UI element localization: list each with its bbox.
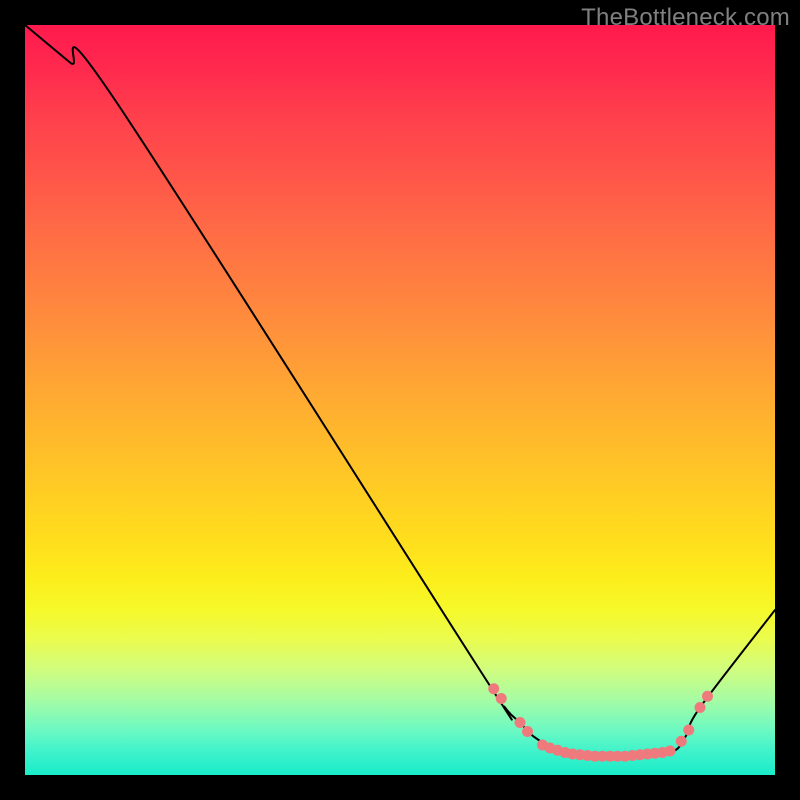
data-point-marker (496, 693, 507, 704)
plot-area (25, 25, 775, 775)
data-point-marker (515, 717, 526, 728)
data-point-marker (522, 726, 533, 737)
bottleneck-curve (25, 25, 775, 756)
chart-frame: TheBottleneck.com (0, 0, 800, 800)
chart-svg (25, 25, 775, 775)
data-point-marker (665, 746, 676, 757)
data-point-marker (488, 683, 499, 694)
watermark-text: TheBottleneck.com (581, 4, 790, 32)
data-point-marker (683, 725, 694, 736)
data-point-marker (676, 736, 687, 747)
data-point-markers (488, 683, 713, 762)
data-point-marker (702, 691, 713, 702)
data-point-marker (695, 702, 706, 713)
